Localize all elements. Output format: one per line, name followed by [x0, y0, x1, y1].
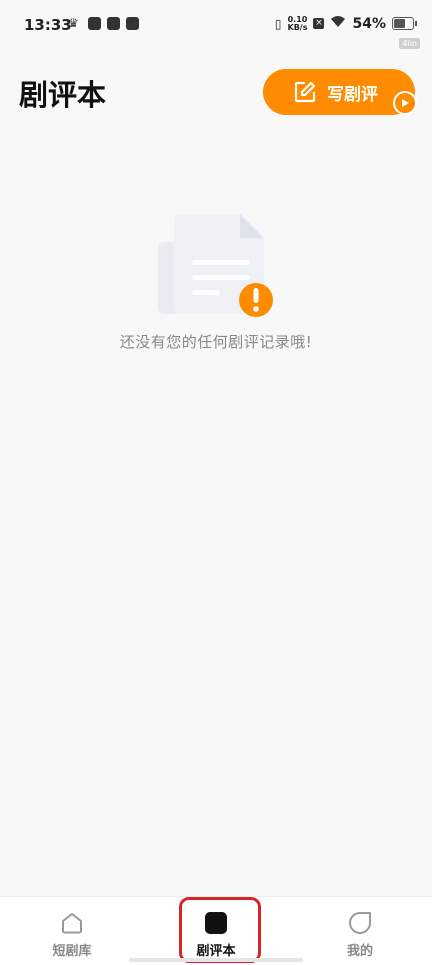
write-review-label: 写剧评	[327, 84, 378, 105]
home-indicator[interactable]	[129, 958, 303, 962]
app-notification-icon	[88, 17, 101, 30]
tab-review-book[interactable]: 剧评本	[144, 897, 288, 965]
tab-label: 我的	[346, 944, 373, 959]
battery-percent: 54%	[352, 15, 386, 32]
status-bar: 13:33 ♛ ▯ 0.10 KB/s × 54% 4iin	[0, 0, 432, 52]
leaf-icon	[349, 912, 371, 934]
empty-message: 还没有您的任何剧评记录哦!	[119, 333, 313, 351]
tab-label: 剧评本	[196, 944, 236, 959]
status-tag: 4iin	[399, 38, 420, 49]
battery-icon	[392, 17, 417, 30]
wifi-icon	[330, 15, 346, 32]
edit-icon	[294, 81, 316, 103]
page-title: 剧评本	[19, 78, 107, 112]
write-review-button[interactable]: 写剧评	[263, 69, 417, 115]
net-speed-unit: KB/s	[287, 22, 308, 32]
status-indicators: ▯ 0.10 KB/s × 54%	[274, 15, 417, 32]
notification-icons: ♛	[68, 17, 139, 30]
tab-mine[interactable]: 我的	[288, 897, 432, 965]
bottom-tab-bar: 短剧库 剧评本 我的	[0, 896, 432, 965]
tab-drama-library[interactable]: 短剧库	[0, 897, 144, 965]
tab-label: 短剧库	[52, 944, 92, 959]
mail-notification-icon	[126, 17, 139, 30]
vibrate-icon: ▯	[274, 16, 282, 31]
home-icon	[62, 913, 82, 934]
status-time: 13:33	[24, 16, 72, 34]
net-speed: 0.10 KB/s	[287, 15, 308, 32]
empty-document-icon	[158, 214, 273, 317]
no-sim-icon: ×	[313, 18, 325, 29]
square-icon	[205, 912, 227, 934]
crown-icon: ♛	[68, 16, 79, 30]
play-notification-icon	[107, 17, 120, 30]
play-icon	[393, 91, 417, 115]
